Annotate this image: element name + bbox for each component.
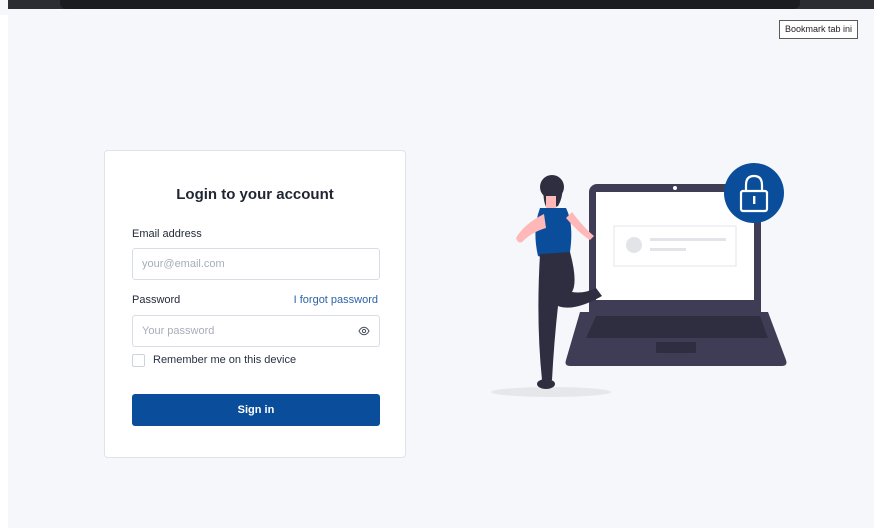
eye-icon[interactable] xyxy=(358,325,370,337)
remember-me-label: Remember me on this device xyxy=(153,354,297,366)
avatar-placeholder xyxy=(626,237,642,253)
login-card: Login to your account Email address Pass… xyxy=(104,150,406,458)
browser-bar-notch xyxy=(60,0,800,9)
remember-me-checkbox[interactable] xyxy=(132,353,145,367)
email-label: Email address xyxy=(132,228,202,240)
browser-top-strip xyxy=(0,0,874,15)
lock-badge xyxy=(724,163,784,223)
login-illustration xyxy=(491,163,787,397)
form-line xyxy=(650,248,686,251)
remember-me-row[interactable]: Remember me on this device xyxy=(132,353,296,367)
floor-shadow xyxy=(491,387,611,397)
laptop-keyboard xyxy=(586,316,768,338)
bookmark-tooltip: Bookmark tab ini xyxy=(778,20,858,39)
left-edge xyxy=(0,0,8,528)
login-title: Login to your account xyxy=(176,186,334,203)
form-line xyxy=(650,238,726,241)
browser-bar xyxy=(8,0,874,9)
password-label: Password xyxy=(132,294,181,306)
laptop-trackpad xyxy=(656,342,696,353)
email-field[interactable] xyxy=(132,248,380,280)
password-field[interactable] xyxy=(132,315,380,347)
sign-in-button[interactable]: Sign in xyxy=(132,394,380,426)
laptop-camera xyxy=(673,186,677,190)
forgot-password-link[interactable]: I forgot password xyxy=(294,294,378,306)
